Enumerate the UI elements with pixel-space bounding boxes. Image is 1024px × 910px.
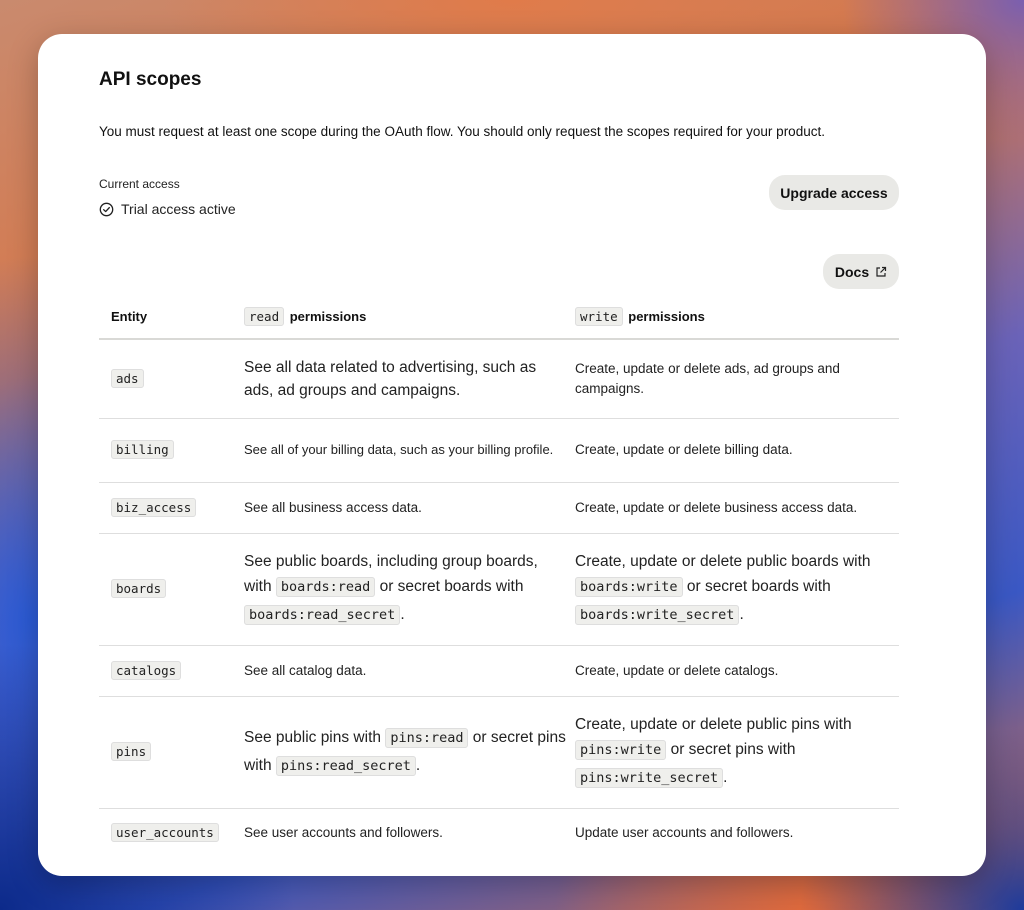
- read-code: read: [244, 307, 285, 326]
- entity-code: catalogs: [111, 660, 182, 680]
- write-cell: Create, update or delete public pins wit…: [567, 696, 899, 809]
- write-text: Update user accounts and followers.: [575, 824, 794, 840]
- read-cell: See user accounts and followers.: [236, 808, 567, 857]
- write-text: Create, update or delete public boards w…: [575, 552, 871, 570]
- trial-status: Trial access active: [99, 201, 236, 217]
- scope-code: boards:read: [275, 576, 376, 597]
- scope-code: boards:write: [575, 576, 683, 597]
- entity-code: boards: [111, 579, 167, 598]
- read-cell: See all business access data.: [236, 482, 567, 534]
- table-row-catalogs: catalogs See all catalog data. Create, u…: [99, 645, 899, 697]
- write-header-text: permissions: [628, 309, 705, 324]
- read-text: See all of your billing data, such as yo…: [244, 442, 554, 457]
- write-cell: Create, update or delete public boards w…: [567, 533, 899, 646]
- write-text: Create, update or delete catalogs.: [575, 662, 779, 678]
- docs-button[interactable]: Docs: [823, 254, 899, 289]
- read-text: See user accounts and followers.: [244, 824, 443, 840]
- scope-code: pins:write_secret: [575, 767, 724, 788]
- table-header-row: Entity read permissions write permission…: [99, 295, 899, 340]
- write-cell: Create, update or delete business access…: [567, 482, 899, 534]
- entity-cell: user_accounts: [99, 808, 236, 857]
- header-read: read permissions: [236, 295, 567, 340]
- table-row-user-accounts: user_accounts See user accounts and foll…: [99, 808, 899, 857]
- current-access-label: Current access: [99, 177, 180, 191]
- write-code: write: [575, 307, 623, 326]
- read-cell: See public boards, including group board…: [236, 533, 567, 646]
- table-row-boards: boards See public boards, including grou…: [99, 533, 899, 646]
- write-text: Create, update or delete public pins wit…: [575, 715, 852, 733]
- api-scopes-card: API scopes You must request at least one…: [38, 34, 986, 876]
- scope-code: pins:read_secret: [275, 756, 416, 776]
- scope-code: boards:read_secret: [244, 604, 401, 625]
- read-text: See public pins with: [244, 729, 386, 746]
- write-text: or secret pins with: [666, 740, 796, 758]
- header-write: write permissions: [567, 295, 899, 340]
- entity-cell: pins: [99, 696, 236, 809]
- upgrade-access-button[interactable]: Upgrade access: [769, 175, 899, 210]
- table-row-biz-access: biz_access See all business access data.…: [99, 482, 899, 534]
- read-text: See all data related to advertising, suc…: [244, 358, 537, 399]
- scopes-table: Entity read permissions write permission…: [99, 295, 899, 857]
- scope-code: pins:read: [385, 728, 469, 748]
- write-text: Create, update or delete ads, ad groups …: [575, 360, 840, 396]
- entity-code: biz_access: [111, 497, 197, 517]
- write-cell: Create, update or delete ads, ad groups …: [567, 339, 899, 419]
- write-text: .: [723, 768, 728, 786]
- check-circle-icon: [99, 202, 114, 216]
- read-cell: See all data related to advertising, suc…: [236, 339, 567, 419]
- read-cell: See public pins with pins:read or secret…: [236, 696, 567, 809]
- write-cell: Create, update or delete catalogs.: [567, 645, 899, 697]
- table-row-ads: ads See all data related to advertising,…: [99, 339, 899, 419]
- page-subtitle: You must request at least one scope duri…: [99, 124, 825, 139]
- entity-code: user_accounts: [111, 822, 219, 842]
- docs-label: Docs: [834, 263, 870, 280]
- write-text: .: [739, 605, 744, 623]
- write-cell: Create, update or delete billing data.: [567, 418, 899, 483]
- trial-status-text: Trial access active: [121, 201, 236, 217]
- entity-cell: biz_access: [99, 482, 236, 534]
- read-cell: See all catalog data.: [236, 645, 567, 697]
- write-text: or secret boards with: [682, 577, 831, 595]
- entity-code: ads: [111, 368, 144, 388]
- read-text: See all catalog data.: [244, 662, 367, 678]
- table-row-billing: billing See all of your billing data, su…: [99, 418, 899, 483]
- entity-code: pins: [111, 742, 152, 761]
- scope-code: pins:write: [575, 739, 667, 760]
- read-header-text: permissions: [289, 309, 367, 324]
- write-cell: Update user accounts and followers.: [567, 808, 899, 857]
- header-entity: Entity: [99, 295, 236, 340]
- entity-cell: boards: [99, 533, 236, 646]
- page-title: API scopes: [99, 69, 202, 90]
- external-link-icon: [876, 266, 887, 277]
- entity-code: billing: [111, 440, 174, 459]
- entity-cell: catalogs: [99, 645, 236, 697]
- read-text: See all business access data.: [244, 499, 422, 515]
- write-text: Create, update or delete billing data.: [575, 442, 793, 457]
- read-text: .: [415, 757, 421, 774]
- read-cell: See all of your billing data, such as yo…: [236, 418, 567, 483]
- entity-cell: ads: [99, 339, 236, 419]
- table-row-pins: pins See public pins with pins:read or s…: [99, 696, 899, 809]
- scope-code: boards:write_secret: [575, 604, 740, 625]
- upgrade-access-label: Upgrade access: [780, 184, 888, 201]
- read-text: .: [400, 605, 405, 623]
- entity-cell: billing: [99, 418, 236, 483]
- read-text: or secret boards with: [375, 577, 524, 595]
- write-text: Create, update or delete business access…: [575, 499, 858, 515]
